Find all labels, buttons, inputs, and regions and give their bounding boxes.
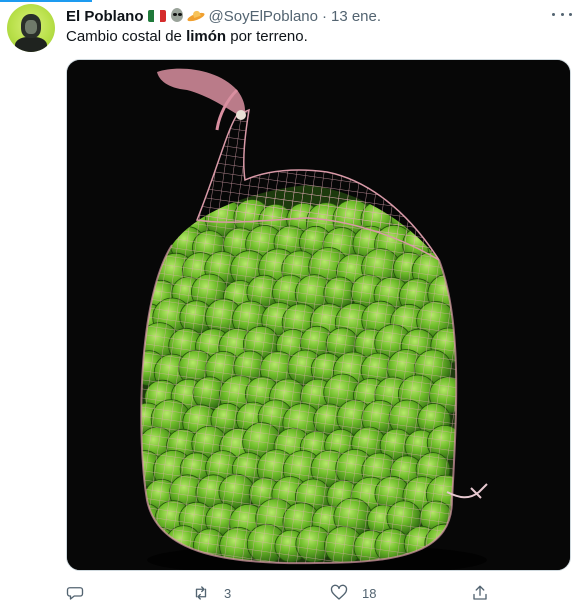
tweet[interactable]: El Poblano @SoyElPoblano · 13 ene. Cambi… (0, 0, 584, 605)
more-options-icon[interactable] (552, 6, 572, 22)
tweet-media-image[interactable] (66, 59, 571, 571)
tweet-actions: 3 18 (66, 582, 496, 604)
tweet-text-end: por terreno. (226, 28, 308, 45)
author-handle[interactable]: @SoyElPoblano (209, 8, 318, 25)
retweet-button[interactable]: 3 (192, 582, 231, 604)
like-button[interactable]: 18 (330, 582, 376, 604)
tweet-text-start: Cambio costal de (66, 28, 187, 45)
reply-icon (66, 587, 84, 600)
heart-icon (330, 584, 348, 600)
reply-button[interactable] (66, 582, 98, 604)
like-count: 18 (362, 585, 377, 601)
retweet-count: 3 (224, 585, 232, 601)
tweet-header: El Poblano @SoyElPoblano · 13 ene. (66, 6, 381, 26)
retweet-icon (195, 586, 207, 600)
flying-saucer-icon (186, 9, 205, 23)
avatar-figure-body (15, 37, 47, 52)
tweet-text: Cambio costal de limón por terreno. (66, 27, 308, 47)
avatar[interactable] (7, 4, 55, 52)
mexico-flag-icon (147, 10, 166, 22)
share-icon (473, 585, 487, 600)
header-separator: · (321, 7, 327, 25)
tweet-text-bold: limón (186, 28, 227, 45)
lime-bag-photo (67, 60, 570, 570)
avatar-figure-face (25, 20, 37, 34)
author-emoji-group (147, 8, 205, 24)
tweet-date[interactable]: 13 ene. (331, 8, 381, 25)
alien-icon (170, 8, 184, 24)
author-display-name[interactable]: El Poblano (66, 8, 144, 25)
share-button[interactable] (471, 582, 503, 604)
